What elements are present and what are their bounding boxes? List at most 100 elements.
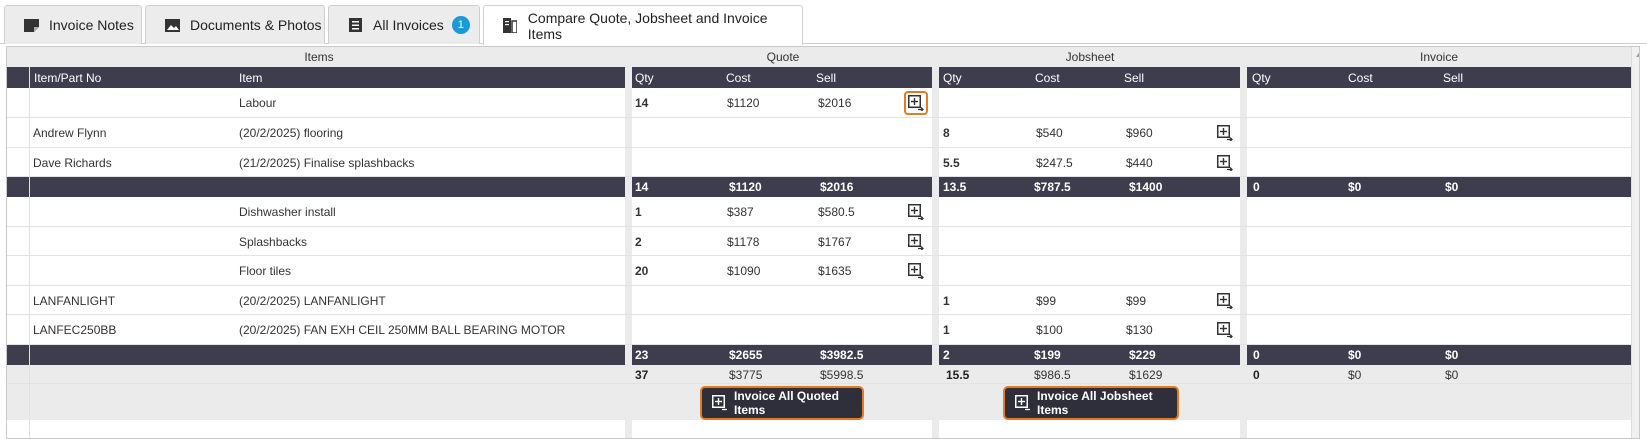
tab-compare-items[interactable]: Compare Quote, Jobsheet and Invoice Item… (483, 5, 803, 45)
subtotal-bg (939, 345, 1240, 365)
tab-label: Documents & Photos (190, 17, 322, 33)
part-number: LANFANLIGHT (33, 294, 116, 308)
header-quote-sell: Sell (816, 71, 837, 85)
invoice-count-badge: 1 (451, 16, 470, 34)
subtotal-cost: $787.5 (1034, 180, 1071, 194)
scroll-up-arrow-icon[interactable] (1636, 51, 1639, 57)
tab-label: Compare Quote, Jobsheet and Invoice Item… (527, 9, 768, 42)
subtotal-sell: $0 (1445, 348, 1459, 362)
add-jobsheet-to-invoice-icon[interactable] (1216, 124, 1234, 142)
add-icon (1015, 395, 1031, 411)
header-item: Item (239, 71, 263, 85)
sell-value: $580.5 (818, 205, 855, 219)
item-description: Dishwasher install (239, 205, 336, 219)
subtotal-qty: 0 (1253, 180, 1260, 194)
invoice-all-quoted-button[interactable]: Invoice All Quoted Items (702, 388, 862, 418)
total-qty: 37 (635, 368, 649, 382)
subtotal-bg (1247, 177, 1631, 197)
subtotal-row: 23 $2655 $3982.5 2 $199 $229 0 $0 $0 (7, 345, 1631, 365)
total-sell: $5998.5 (820, 368, 864, 382)
subtotal-sell: $0 (1445, 180, 1459, 194)
sell-value: $960 (1126, 126, 1153, 140)
sell-value: $440 (1126, 156, 1153, 170)
subtotal-bg (1247, 345, 1631, 365)
footer-row: Invoice All Quoted Items Invoice All Jobs… (7, 384, 1631, 420)
sell-value: $1635 (818, 264, 852, 278)
subtotal-cost: $0 (1348, 348, 1362, 362)
subtotal-qty: 14 (635, 180, 649, 194)
add-jobsheet-to-invoice-icon[interactable] (1216, 292, 1234, 310)
part-number: LANFEC250BB (33, 323, 117, 337)
tab-bar: Invoice Notes Documents & Photos All Inv… (0, 0, 1647, 45)
qty-value: 1 (943, 323, 950, 337)
subtotal-bg (632, 345, 932, 365)
subtotal-qty: 13.5 (943, 180, 967, 194)
subtotal-bg (7, 345, 625, 365)
sell-value: $2016 (818, 96, 852, 110)
header-invoice-sell: Sell (1443, 71, 1464, 85)
subtotal-cost: $1120 (729, 180, 762, 194)
item-description: (20/2/2025) LANFANLIGHT (239, 294, 386, 308)
header-job-sell: Sell (1124, 71, 1145, 85)
total-cost: $986.5 (1034, 368, 1071, 382)
tab-documents-photos[interactable]: Documents & Photos (145, 5, 325, 44)
table-row: LANFEC250BB (20/2/2025) FAN EXH CEIL 250M… (7, 315, 1631, 345)
qty-value: 1 (943, 294, 950, 308)
quote-column-header (632, 67, 932, 88)
subtotal-sell: $229 (1129, 348, 1156, 362)
sell-value: $99 (1126, 294, 1147, 308)
subtotal-bg (632, 177, 932, 197)
add-to-invoice-icon[interactable] (907, 262, 925, 280)
item-description: Floor tiles (239, 264, 292, 278)
subtotal-sell: $1400 (1129, 180, 1163, 194)
total-sell: $1629 (1129, 368, 1163, 382)
note-icon (23, 17, 39, 33)
grand-total-row: 37 $3775 $5998.5 15.5 $986.5 $1629 0 $0 $0 (7, 365, 1631, 384)
subtotal-qty: 2 (943, 348, 950, 362)
add-to-invoice-icon[interactable] (907, 203, 925, 221)
cost-value: $1178 (727, 235, 760, 249)
qty-value: 14 (635, 96, 649, 110)
vertical-scrollbar[interactable] (1631, 47, 1639, 438)
cost-value: $1120 (727, 96, 760, 110)
group-header-invoice: Invoice (1247, 47, 1631, 67)
cost-value: $1090 (727, 264, 761, 278)
button-label: Invoice All Quoted Items (734, 389, 839, 417)
group-header-quote: Quote (632, 47, 934, 67)
list-icon (347, 17, 363, 33)
subtotal-cost: $0 (1348, 180, 1362, 194)
part-number: Dave Richards (33, 156, 112, 170)
header-invoice-cost: Cost (1348, 71, 1373, 85)
subtotal-cost: $199 (1034, 348, 1061, 362)
subtotal-cost: $2655 (729, 348, 763, 362)
compare-grid: Items Quote Jobsheet Invoice Item/Part N… (6, 46, 1640, 439)
table-row: Andrew Flynn (20/2/2025) flooring 8 $540 $96… (7, 118, 1631, 148)
sell-value: $130 (1126, 323, 1153, 337)
subtotal-qty: 0 (1253, 348, 1260, 362)
invoice-column-header (1247, 67, 1631, 88)
add-to-invoice-icon[interactable] (904, 91, 928, 115)
total-qty: 15.5 (946, 368, 970, 382)
total-qty: 0 (1253, 368, 1260, 382)
add-jobsheet-to-invoice-icon[interactable] (1216, 154, 1234, 172)
add-to-invoice-icon[interactable] (907, 233, 925, 251)
add-jobsheet-to-invoice-icon[interactable] (1216, 321, 1234, 339)
subtotal-bg (7, 177, 625, 197)
cost-value: $247.5 (1036, 156, 1073, 170)
qty-value: 2 (635, 235, 642, 249)
header-quote-cost: Cost (726, 71, 751, 85)
sell-value: $1767 (818, 235, 852, 249)
tab-invoice-notes[interactable]: Invoice Notes (4, 5, 142, 44)
button-label: Invoice All Jobsheet Items (1037, 389, 1153, 417)
header-job-qty: Qty (943, 71, 962, 85)
subtotal-sell: $2016 (820, 180, 854, 194)
table-row: Labour 14 $1120 $2016 (7, 88, 1631, 118)
header-quote-qty: Qty (635, 71, 654, 85)
item-description: (20/2/2025) FAN EXH CEIL 250MM BALL BEAR… (239, 323, 566, 337)
tab-all-invoices[interactable]: All Invoices 1 (328, 5, 480, 44)
qty-value: 8 (943, 126, 950, 140)
part-number: Andrew Flynn (33, 126, 107, 140)
group-header-items: Items (7, 47, 631, 67)
invoice-all-jobsheet-button[interactable]: Invoice All Jobsheet Items (1005, 388, 1177, 418)
photo-icon (164, 17, 180, 33)
